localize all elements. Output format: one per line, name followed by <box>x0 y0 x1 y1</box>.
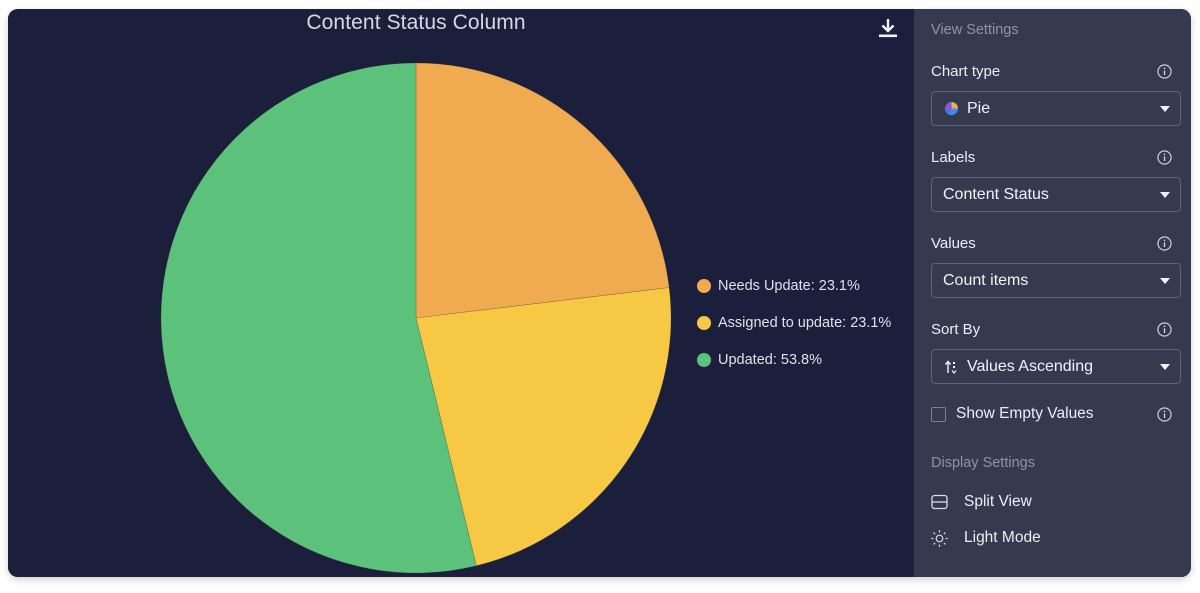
legend-swatch-assigned <box>697 315 711 330</box>
pie-slice-needs-update[interactable] <box>415 62 670 319</box>
legend-label: Assigned to update: 23.1% <box>718 314 892 331</box>
light-mode-label: Light Mode <box>964 529 1041 546</box>
values-value: Count items <box>943 271 1029 289</box>
chart-card: Content Status Column Needs Update: 23.1… <box>8 9 1191 577</box>
legend-item[interactable]: Needs Update: 23.1% <box>697 267 891 304</box>
sort-by-select[interactable]: Values Ascending <box>931 349 1181 384</box>
legend-swatch-updated <box>697 352 711 367</box>
split-view-icon <box>931 494 948 511</box>
labels-label: Labels <box>931 149 976 166</box>
settings-panel: View Settings Chart type Pie Labels Cont… <box>914 9 1191 577</box>
chevron-down-icon <box>1160 364 1170 370</box>
legend-label: Needs Update: 23.1% <box>718 277 860 294</box>
labels-value: Content Status <box>943 185 1049 203</box>
legend-item[interactable]: Assigned to update: 23.1% <box>697 304 891 341</box>
sun-icon <box>931 529 948 547</box>
sort-icon <box>943 359 959 375</box>
chevron-down-icon <box>1160 106 1170 112</box>
chart-area: Content Status Column Needs Update: 23.1… <box>8 9 914 577</box>
chart-legend: Needs Update: 23.1% Assigned to update: … <box>697 267 891 378</box>
chevron-down-icon <box>1160 278 1170 284</box>
values-label: Values <box>931 235 976 252</box>
show-empty-values-label: Show Empty Values <box>956 405 1094 422</box>
display-settings-heading: Display Settings <box>931 455 1035 471</box>
view-settings-heading: View Settings <box>931 22 1019 38</box>
chart-type-select[interactable]: Pie <box>931 91 1181 126</box>
chevron-down-icon <box>1160 192 1170 198</box>
legend-swatch-needs-update <box>697 278 711 293</box>
info-icon[interactable] <box>1157 150 1172 165</box>
chart-type-value: Pie <box>967 99 991 117</box>
sort-by-label: Sort By <box>931 321 981 338</box>
info-icon[interactable] <box>1157 322 1172 337</box>
sort-by-value: Values Ascending <box>967 357 1094 375</box>
split-view-option[interactable]: Split View <box>931 493 1032 511</box>
pie-chart-icon <box>943 101 959 117</box>
show-empty-values-toggle[interactable]: Show Empty Values <box>931 405 1094 423</box>
legend-label: Updated: 53.8% <box>718 351 822 368</box>
info-icon[interactable] <box>1157 236 1172 251</box>
legend-item[interactable]: Updated: 53.8% <box>697 341 891 378</box>
light-mode-option[interactable]: Light Mode <box>931 529 1041 547</box>
show-empty-values-checkbox[interactable] <box>931 406 946 422</box>
info-icon[interactable] <box>1157 407 1172 422</box>
labels-select[interactable]: Content Status <box>931 177 1181 212</box>
values-select[interactable]: Count items <box>931 263 1181 298</box>
chart-type-label: Chart type <box>931 63 1001 80</box>
split-view-label: Split View <box>964 493 1032 510</box>
info-icon[interactable] <box>1157 64 1172 79</box>
